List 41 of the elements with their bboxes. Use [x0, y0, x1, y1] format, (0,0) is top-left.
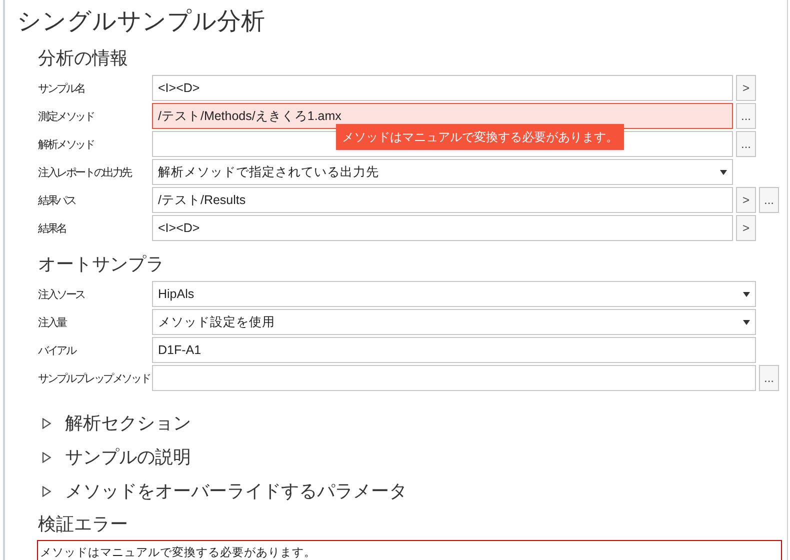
collapsed-triangle-icon[interactable] [42, 418, 51, 428]
field-label: 注入レポートの出力先 [38, 167, 132, 179]
collapsed-triangle-icon[interactable] [42, 486, 51, 496]
field-label: 注入量 [38, 317, 66, 329]
section-heading: オートサンプラ [38, 253, 165, 276]
section-heading: 検証エラー [38, 513, 129, 536]
dropdown-arrow-icon [743, 292, 750, 297]
section-heading[interactable]: 解析セクション [65, 410, 191, 436]
error-message: メソッドはマニュアルで変換する必要があります。 [40, 545, 317, 560]
field-label: 結果名 [38, 223, 66, 235]
input-field[interactable]: /テスト/Methods/えきくろ1.amx [152, 103, 733, 129]
dropdown-arrow-icon [743, 320, 750, 325]
dropdown-field[interactable]: HipAls [152, 281, 756, 307]
browse-button[interactable]: ... [759, 365, 779, 391]
input-field[interactable]: <I><D> [152, 215, 733, 241]
field-label: 結果パス [38, 195, 76, 207]
field-label: 測定メソッド [38, 111, 94, 123]
browse-button[interactable]: ... [736, 103, 756, 129]
input-field[interactable]: D1F-A1 [152, 337, 756, 363]
section-heading: 分析の情報 [38, 47, 129, 70]
collapsed-triangle-icon[interactable] [42, 452, 51, 462]
page-title: シングルサンプル分析 [17, 7, 265, 37]
input-field[interactable] [152, 365, 756, 391]
dropdown-field[interactable]: 解析メソッドで指定されている出力先 [152, 159, 733, 185]
field-label: サンプル名 [38, 83, 85, 95]
dropdown-arrow-icon [720, 170, 727, 175]
next-button[interactable]: > [736, 215, 756, 241]
input-field[interactable]: <I><D> [152, 75, 733, 101]
browse-button[interactable]: ... [736, 131, 756, 157]
input-field[interactable]: /テスト/Results [152, 187, 733, 213]
browse-button[interactable]: ... [759, 187, 779, 213]
field-label: バイアル [38, 345, 76, 357]
next-button[interactable]: > [736, 75, 756, 101]
field-label: 注入ソース [38, 289, 85, 301]
dropdown-field[interactable]: メソッド設定を使用 [152, 309, 756, 335]
section-heading[interactable]: メソッドをオーバーライドするパラメータ [65, 478, 407, 504]
field-label: サンプルプレップメソッド [38, 373, 150, 385]
error-tooltip: メソッドはマニュアルで変換する必要があります。 [336, 124, 624, 150]
next-button[interactable]: > [736, 187, 756, 213]
field-label: 解析メソッド [38, 139, 94, 151]
section-heading[interactable]: サンプルの説明 [65, 444, 191, 470]
